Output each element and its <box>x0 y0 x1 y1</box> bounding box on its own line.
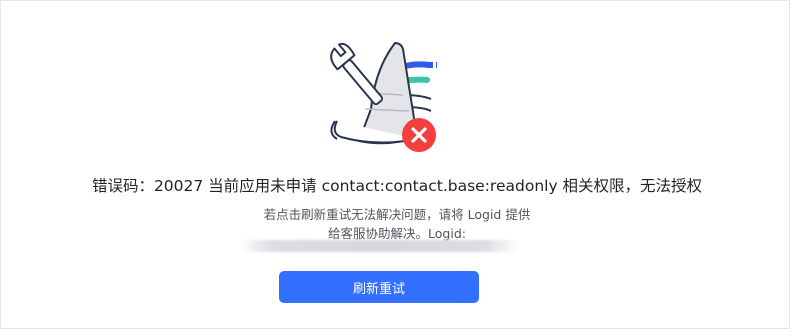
logid-value-redacted <box>239 240 519 252</box>
error-page-container: 错误码：20027 当前应用未申请 contact:contact.base:r… <box>0 0 790 329</box>
error-icon <box>402 118 436 152</box>
error-message: 错误码：20027 当前应用未申请 contact:contact.base:r… <box>91 177 703 195</box>
help-text-line-1: 若点击刷新重试无法解决问题，请将 Logid 提供 <box>263 207 531 222</box>
retry-button[interactable]: 刷新重试 <box>279 271 479 303</box>
help-text: 若点击刷新重试无法解决问题，请将 Logid 提供 给客服协助解决。Logid: <box>1 205 792 243</box>
broken-permission-illustration <box>330 42 437 152</box>
